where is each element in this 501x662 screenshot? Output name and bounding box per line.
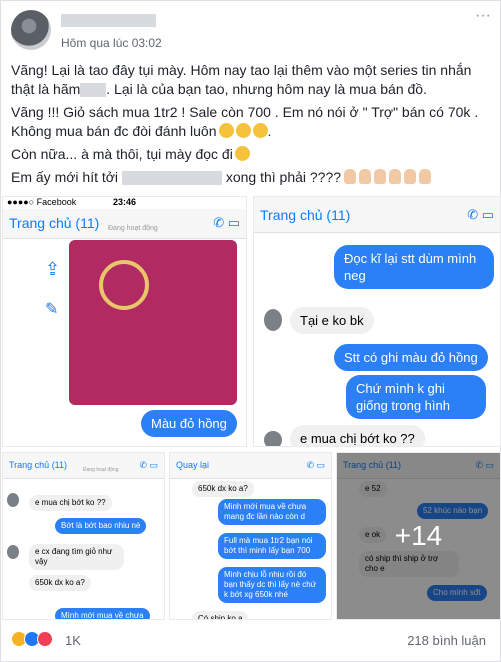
message-bubble: Bớt là bớt bao nhiu nè: [55, 518, 147, 534]
call-video-icons: ✆ ▭: [306, 460, 325, 470]
emoji-icon: [252, 123, 268, 138]
call-video-icons: ✆ ▭: [139, 460, 158, 470]
back-button: Trang chủ (11): [260, 207, 351, 223]
bag-clasp: [99, 260, 149, 310]
line-1: Vãng! Lại là tao đây tụi mày. Hôm nay ta…: [11, 62, 472, 98]
more-photos-overlay[interactable]: +14: [337, 453, 500, 619]
comment-count[interactable]: 218 bình luận: [407, 633, 486, 648]
avatar: [264, 309, 282, 331]
message-bubble: 650k dx ko a?: [29, 575, 91, 591]
avatar: [7, 493, 19, 507]
back-button: Quay lại: [176, 460, 210, 470]
photo-1[interactable]: ●●●●○ Facebook 23:46 Trang chủ (11) Đang …: [2, 196, 247, 447]
back-button: Trang chủ (11): [9, 215, 100, 231]
message-bubble: Màu đỏ hồng: [141, 410, 237, 437]
pray-hand-icon: [359, 169, 372, 184]
message-bubble: Chứ mình k ghi giống trong hình: [346, 375, 486, 419]
bag-image: [69, 240, 237, 405]
pray-hand-icon: [344, 169, 357, 184]
chat-header: Trang chủ (11) Đang hoạt động ✆ ▭: [3, 453, 164, 479]
redacted-word: [121, 171, 222, 186]
call-video-icons: ✆ ▭: [213, 215, 240, 230]
message-bubble: e mua chị bớt ko ??: [290, 425, 425, 446]
call-video-icons: ✆ ▭: [467, 207, 494, 222]
message-bubble: Stt có ghi màu đỏ hồng: [334, 344, 488, 371]
message-bubble: Đọc kĩ lại stt dùm mình neg: [334, 245, 494, 289]
pray-hand-icon: [389, 169, 402, 184]
photo-2[interactable]: Trang chủ (11) ✆ ▭ Đọc kĩ lại stt dùm mì…: [253, 196, 501, 447]
message-bubble: Tại e ko bk: [290, 307, 374, 334]
reaction-count[interactable]: 1K: [65, 633, 81, 648]
message-bubble: Mình mới mua về chưa: [55, 608, 150, 619]
author-name-redacted[interactable]: [61, 14, 156, 27]
line-2: Vãng !!! Giỏ sách mua 1tr2 ! Sale còn 70…: [11, 104, 479, 139]
redacted-word: [80, 83, 107, 98]
avatar: [264, 431, 282, 446]
message-bubble: Minh chịu lỗ nhiu rồi đó bạn thấy dc thì…: [218, 567, 326, 603]
photo-3[interactable]: Trang chủ (11) Đang hoạt động ✆ ▭ e mua …: [2, 452, 165, 620]
message-bubble: e mua chị bớt ko ??: [29, 495, 112, 511]
chat-header: Quay lại ✆ ▭: [170, 453, 331, 479]
line-3: Còn nữa... à mà thôi, tụi mày đọc đi: [11, 145, 493, 164]
reactions[interactable]: [11, 630, 53, 648]
more-photos-count: +14: [394, 520, 443, 551]
back-button: Trang chủ (11): [9, 460, 68, 470]
message-bubble: Full mà mua 1tr2 bạn nói bớt thì minh lấ…: [218, 533, 326, 559]
edit-icon: ✎: [45, 301, 59, 318]
message-bubble: e cx đang tìm giỏ như vậy: [29, 544, 124, 570]
pray-hand-icon: [374, 169, 387, 184]
pray-hand-icon: [404, 169, 417, 184]
chat-header: Trang chủ (11) Đang hoạt động ✆ ▭: [3, 209, 246, 239]
emoji-icon: [218, 123, 234, 138]
message-bubble: Minh mới mua về chưa mang đc lần nào còn…: [218, 499, 326, 525]
chat-header: Trang chủ (11) ✆ ▭: [254, 197, 500, 233]
post-text: Vãng! Lại là tao đây tụi mày. Hôm nay ta…: [11, 61, 493, 191]
photo-5[interactable]: Trang chủ (11) ✆ ▭ e 52 52 khúc nào bạn …: [336, 452, 501, 620]
emoji-icon: [234, 146, 250, 161]
status-bar: ●●●●○ Facebook 23:46: [7, 197, 137, 207]
avatar[interactable]: [11, 10, 51, 50]
love-icon: [37, 630, 53, 647]
facebook-post: Hôm qua lúc 03:02 ··· Vãng! Lại là tao đ…: [0, 0, 501, 662]
pray-hand-icon: [419, 169, 432, 184]
message-bubble: Có ship ko ạ: [192, 611, 249, 619]
post-timestamp[interactable]: Hôm qua lúc 03:02: [61, 36, 162, 50]
photo-4[interactable]: Quay lại ✆ ▭ 650k dx ko a? Minh mới mua …: [169, 452, 332, 620]
share-icon: ⇪: [45, 259, 61, 279]
more-options-icon[interactable]: ···: [473, 8, 493, 25]
emoji-icon: [235, 123, 251, 138]
message-bubble: 650k dx ko a?: [192, 481, 254, 497]
avatar: [7, 545, 19, 559]
line-4: Em ấy mới hít tởi xong thì phải ????: [11, 168, 493, 187]
